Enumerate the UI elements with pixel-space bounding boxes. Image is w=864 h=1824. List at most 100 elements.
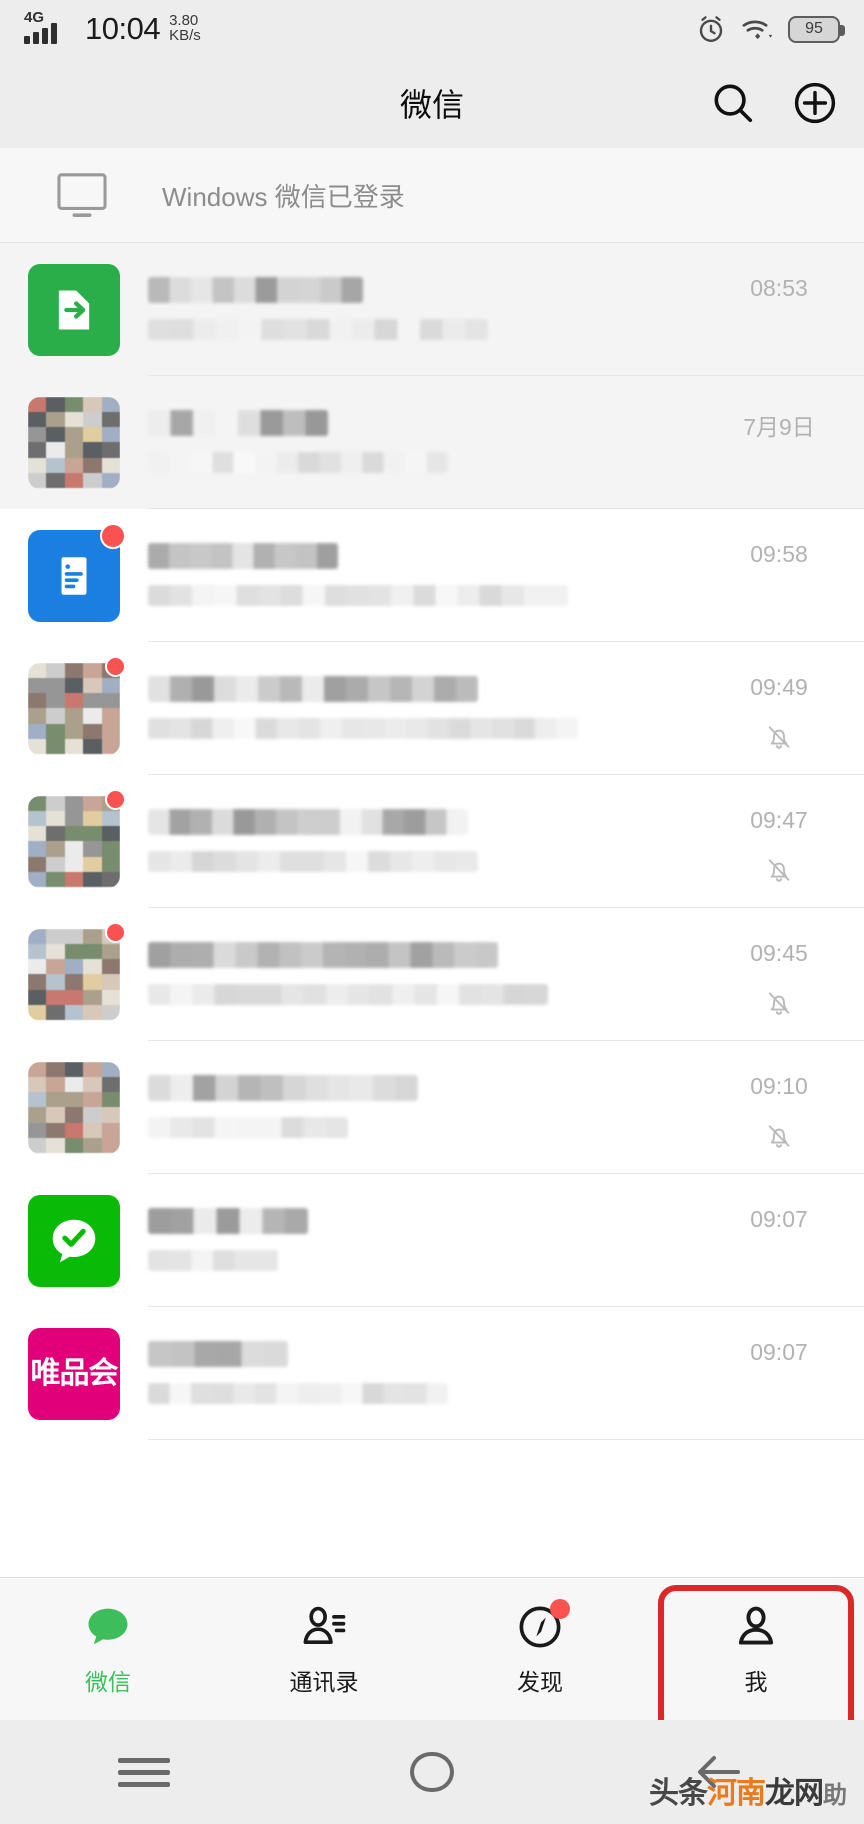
avatar[interactable] (0, 1174, 148, 1307)
avatar[interactable] (0, 376, 148, 509)
chat-list[interactable]: 08:53 7月9日 09:58 09:49 09:47 09:45 09:10 09:07 唯… (0, 243, 864, 1577)
wechat-app-screen: 4G 10:04 3.80 KB/s 95 微信 Windows 微信已登录 0… (0, 0, 864, 1824)
chat-timestamp: 09:49 (750, 674, 808, 700)
chat-list-item[interactable]: 唯品会 09:07 (0, 1307, 864, 1440)
network-speed: 3.80 KB/s (169, 12, 201, 47)
chat-item-meta: 09:10 (694, 1041, 864, 1174)
avatar[interactable] (0, 243, 148, 376)
chat-preview-redacted (148, 451, 448, 473)
chat-item-text (148, 775, 694, 908)
plus-circle-icon[interactable] (792, 80, 838, 126)
chat-list-item[interactable]: 09:07 (0, 1174, 864, 1307)
chat-list-item[interactable]: 08:53 (0, 243, 864, 376)
status-bar-right: 95 (696, 14, 845, 45)
avatar-image (28, 662, 120, 755)
tab-chat-bubble[interactable]: 微信 (0, 1601, 216, 1697)
bottom-tab-bar[interactable]: 微信 通讯录 发现 我 (0, 1577, 864, 1739)
battery-level: 95 (805, 20, 823, 37)
desktop-monitor-icon (57, 173, 107, 217)
avatar[interactable]: 唯品会 (0, 1307, 148, 1440)
person-icon (738, 1606, 774, 1645)
network-speed-unit: KB/s (169, 27, 201, 45)
chat-preview-redacted (148, 850, 478, 872)
file-transfer-icon (28, 263, 120, 356)
avatar-image (28, 928, 120, 1021)
avatar[interactable] (0, 642, 148, 775)
watermark-part-2: 河南 (707, 1777, 766, 1810)
chat-timestamp: 09:07 (750, 1339, 808, 1365)
chat-preview-redacted (148, 318, 488, 340)
nav-home-button[interactable] (288, 1752, 576, 1792)
chat-preview-redacted (148, 1249, 278, 1271)
chat-name-redacted (148, 1074, 418, 1101)
search-icon[interactable] (710, 80, 756, 126)
chat-timestamp: 08:53 (750, 275, 808, 301)
chat-list-item[interactable]: 7月9日 (0, 376, 864, 509)
android-navigation-bar[interactable]: 头条 河南 龙网 助 (0, 1720, 864, 1824)
chat-list-item[interactable]: 09:58 (0, 509, 864, 642)
unread-badge (105, 789, 126, 810)
chat-list-item[interactable]: 09:47 (0, 775, 864, 908)
chat-list-item[interactable]: 09:10 (0, 1041, 864, 1174)
chat-name-redacted (148, 542, 338, 569)
chat-item-text (148, 243, 694, 376)
tab-label: 微信 (85, 1669, 131, 1695)
hamburger-menu-icon (118, 1751, 170, 1794)
chat-timestamp: 7月9日 (743, 414, 815, 440)
chat-timestamp: 09:07 (750, 1206, 808, 1232)
chat-name-redacted (148, 1207, 308, 1234)
cellular-signal-icon: 4G (24, 10, 76, 46)
tab-label: 通讯录 (289, 1669, 359, 1695)
avatar[interactable] (0, 908, 148, 1041)
tab-label: 我 (744, 1669, 768, 1695)
chat-item-meta: 09:45 (694, 908, 864, 1041)
mute-bell-icon (768, 992, 790, 1015)
tab-person[interactable]: 我 (648, 1585, 864, 1739)
windows-login-banner[interactable]: Windows 微信已登录 (0, 148, 864, 243)
chat-item-text (148, 642, 694, 775)
status-bar-left: 4G 10:04 3.80 KB/s (24, 10, 201, 47)
status-time: 10:04 (85, 11, 161, 46)
chat-list-item[interactable]: 09:49 (0, 642, 864, 775)
chat-item-text (148, 1041, 694, 1174)
battery-icon: 95 (788, 15, 845, 43)
chat-item-meta: 7月9日 (694, 376, 864, 509)
avatar-image (28, 1061, 120, 1154)
avatar[interactable] (0, 509, 148, 642)
chat-item-meta: 09:07 (694, 1174, 864, 1307)
chat-name-redacted (148, 1340, 288, 1367)
service-check-icon (28, 1194, 120, 1287)
chat-item-text (148, 1174, 694, 1307)
watermark-part-4: 助 (823, 1782, 847, 1809)
chat-timestamp: 09:58 (750, 541, 808, 567)
mute-bell-icon (768, 1125, 790, 1148)
chat-preview-redacted (148, 983, 548, 1005)
tab-compass[interactable]: 发现 (432, 1599, 648, 1697)
chat-item-text (148, 509, 694, 642)
tab-label: 发现 (517, 1669, 563, 1695)
home-circle-icon (410, 1752, 454, 1792)
watermark-part-3: 龙网 (765, 1777, 824, 1810)
chat-name-redacted (148, 808, 468, 835)
chat-item-text (148, 1307, 694, 1440)
tab-contacts[interactable]: 通讯录 (216, 1601, 432, 1697)
chat-name-redacted (148, 675, 478, 702)
mute-bell-icon (768, 859, 790, 882)
chat-timestamp: 09:45 (750, 940, 808, 966)
tab-icon-wrapper (82, 1601, 134, 1653)
header-actions (710, 58, 838, 148)
avatar[interactable] (0, 775, 148, 908)
avatar[interactable] (0, 1041, 148, 1174)
unread-badge (105, 922, 126, 943)
unread-badge (100, 523, 126, 549)
chat-item-text (148, 376, 694, 509)
chat-item-meta: 09:49 (694, 642, 864, 775)
chat-preview-redacted (148, 584, 568, 606)
page-title: 微信 (399, 87, 464, 123)
avatar-image (28, 795, 120, 888)
status-bar: 4G 10:04 3.80 KB/s 95 (0, 0, 864, 58)
nav-menu-button[interactable] (0, 1751, 288, 1794)
chat-list-item[interactable]: 09:45 (0, 908, 864, 1041)
chat-item-text (148, 908, 694, 1041)
chat-item-meta: 09:47 (694, 775, 864, 908)
